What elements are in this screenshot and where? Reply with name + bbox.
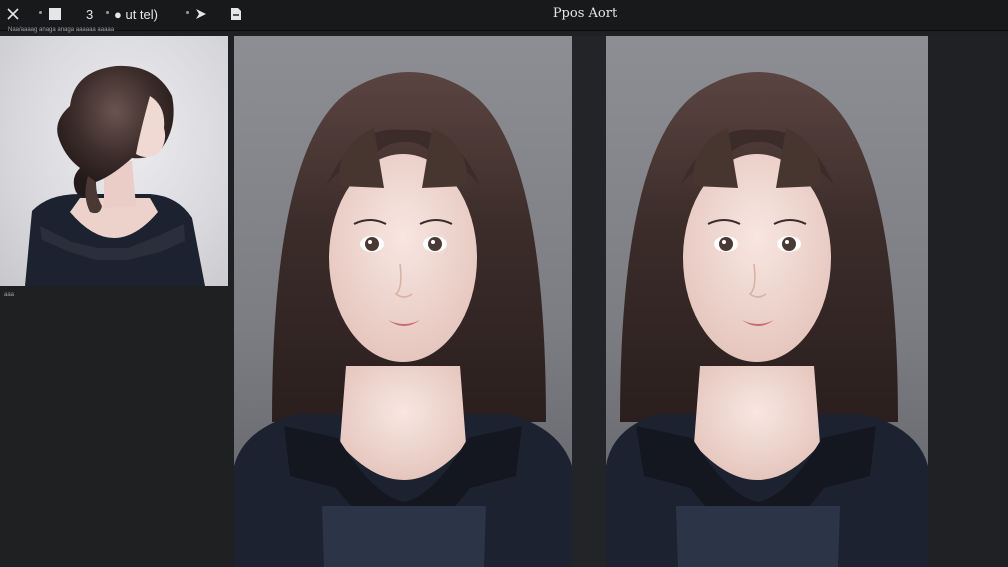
- panel-divider: [572, 36, 606, 567]
- edit-button[interactable]: ● ut tel): [114, 4, 158, 24]
- window-title: Ppos Aort: [552, 6, 618, 21]
- thumbnail-meta-text: Naa/aaaag anaga anaga aaaaaa aaaaa: [8, 27, 115, 33]
- thumbnail-image[interactable]: [0, 36, 228, 286]
- toolbar-separator: [106, 11, 109, 14]
- portrait-left: [234, 72, 572, 567]
- edit-label: ● ut tel): [114, 6, 158, 22]
- rotate-label: 3: [86, 6, 94, 22]
- close-button[interactable]: [6, 4, 20, 24]
- portrait-right: [606, 72, 928, 567]
- top-toolbar: 3 ● ut tel) Ppos Aort: [0, 0, 1008, 31]
- export-icon: [231, 8, 241, 20]
- export-button[interactable]: [229, 4, 243, 24]
- close-icon: [7, 8, 19, 20]
- preview-image-right[interactable]: [606, 36, 928, 567]
- share-button[interactable]: [194, 4, 208, 24]
- crop-button[interactable]: [48, 4, 62, 24]
- thumbnail-portrait: [25, 65, 205, 286]
- rotate-button[interactable]: 3: [86, 4, 93, 24]
- crop-square-icon: [49, 8, 61, 20]
- toolbar-separator: [39, 11, 42, 14]
- right-panel: [928, 36, 1008, 567]
- sidebar-item-label: aaa: [4, 292, 15, 298]
- share-arrow-icon: [196, 9, 206, 19]
- toolbar-separator: [186, 11, 189, 14]
- preview-image-left[interactable]: [234, 36, 572, 567]
